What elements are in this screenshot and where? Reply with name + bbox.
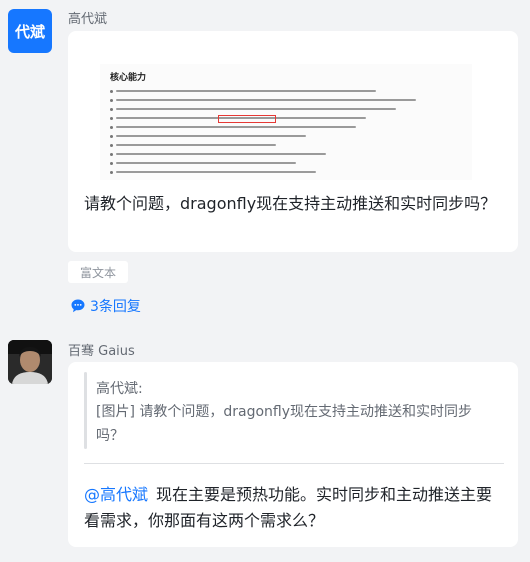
speech-bubble-icon: [71, 299, 85, 313]
doc-bullet: [110, 153, 113, 156]
divider: [84, 463, 504, 464]
reply-count-label: 3条回复: [90, 299, 141, 315]
message-text: 请教个问题，dragonfly现在支持主动推送和实时同步吗？: [84, 194, 497, 213]
doc-bullet: [110, 144, 113, 147]
doc-line: [116, 108, 396, 110]
avatar[interactable]: 代斌: [8, 9, 52, 53]
doc-line: [116, 90, 376, 92]
doc-line: [116, 126, 356, 128]
attached-image[interactable]: 核心能力: [100, 64, 472, 180]
reply-count-link[interactable]: 3条回复: [70, 296, 141, 316]
quote-bar: [84, 372, 87, 449]
doc-bullet: [110, 117, 113, 120]
doc-title: 核心能力: [110, 73, 147, 83]
doc-bullet: [110, 90, 113, 93]
rich-text-tag[interactable]: 富文本: [68, 261, 128, 283]
doc-line: [116, 162, 296, 164]
highlight-box: [218, 115, 276, 123]
quote-text: [图片] 请教个问题，dragonfly现在支持主动推送和实时同步吗？: [96, 404, 473, 444]
doc-line: [116, 153, 326, 155]
doc-bullet: [110, 135, 113, 138]
doc-bullet: [110, 171, 113, 174]
doc-line: [116, 171, 316, 173]
author-name[interactable]: 高代斌: [68, 8, 107, 27]
doc-line: [116, 135, 306, 137]
quote-author: 高代斌:: [96, 381, 143, 397]
avatar[interactable]: [8, 340, 52, 384]
doc-bullet: [110, 108, 113, 111]
doc-line: [116, 144, 276, 146]
mention-link[interactable]: @高代斌: [84, 485, 148, 504]
doc-bullet: [110, 162, 113, 165]
avatar-initials: 代斌: [14, 22, 45, 41]
doc-line: [116, 99, 416, 101]
message-text: @高代斌 现在主要是预热功能。实时同步和主动推送主要看需求，你那面有这两个需求么？: [84, 482, 508, 534]
doc-bullet: [110, 99, 113, 102]
avatar-photo-icon: [8, 340, 52, 384]
author-name[interactable]: 百骞 Gaius: [68, 340, 135, 359]
doc-bullet: [110, 126, 113, 129]
